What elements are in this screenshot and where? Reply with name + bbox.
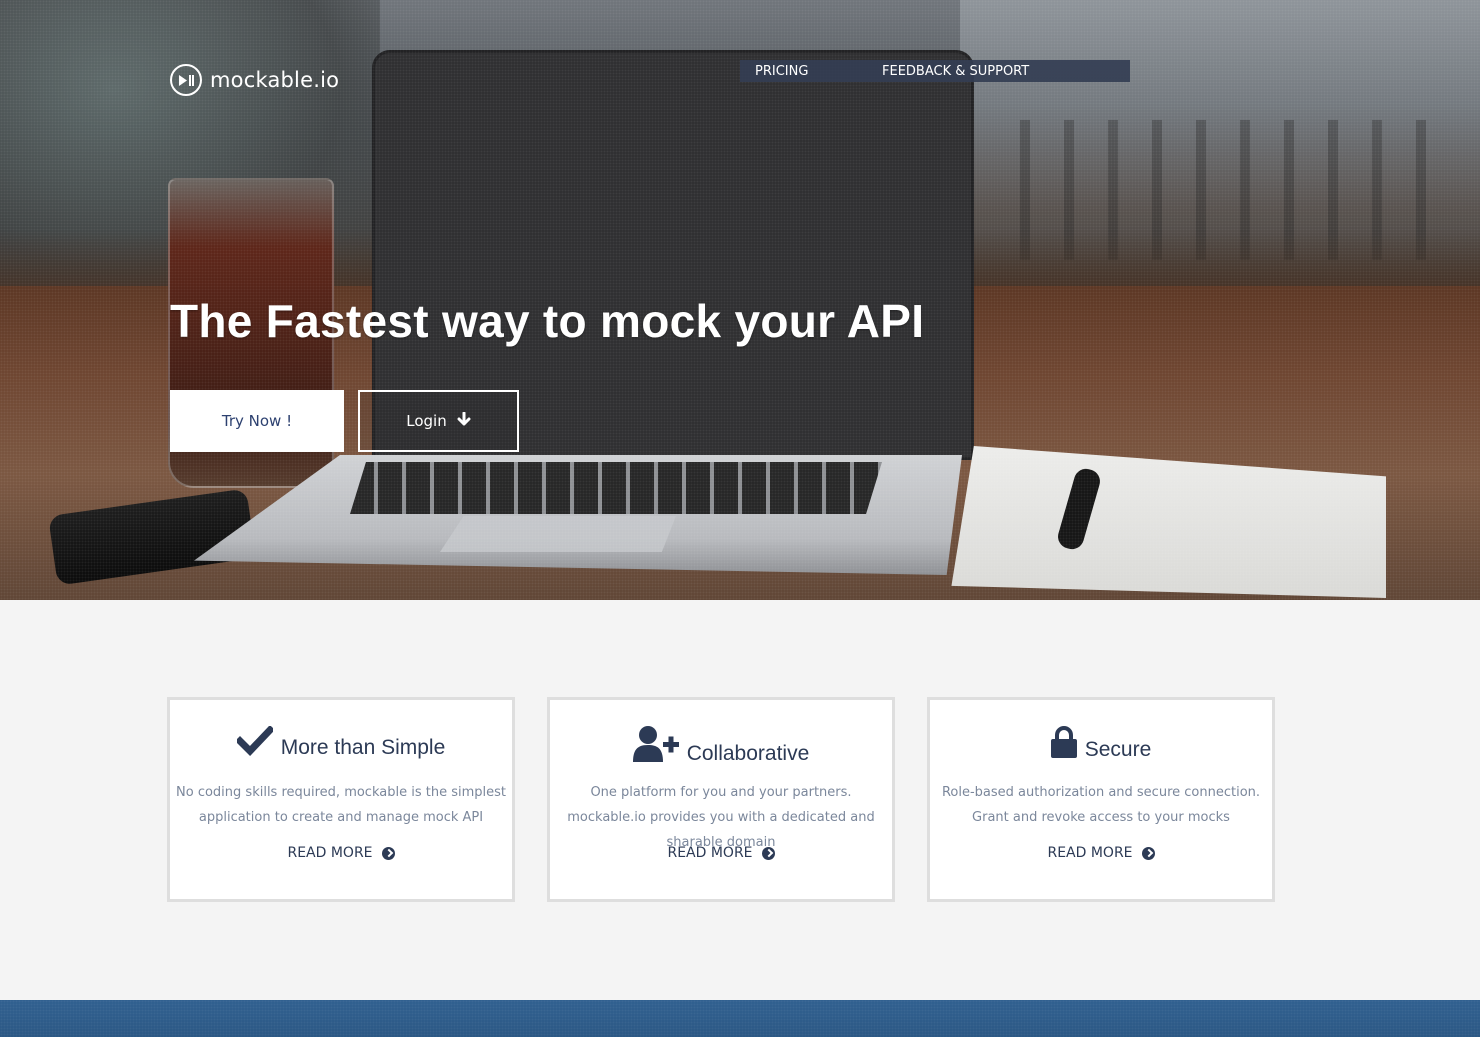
read-more-label: READ MORE <box>287 845 373 861</box>
read-more-link-secure[interactable]: READ MORE <box>930 845 1272 861</box>
footer-band <box>0 1000 1480 1037</box>
feature-description: No coding skills required, mockable is t… <box>176 785 506 825</box>
hero-headline: The Fastest way to mock your API <box>170 295 925 347</box>
feature-title-row: Secure <box>930 726 1272 763</box>
checkmark-icon <box>234 725 275 761</box>
lock-icon <box>1050 726 1077 763</box>
chevron-circle-right-icon <box>1141 846 1155 860</box>
chevron-circle-right-icon <box>761 846 775 860</box>
feature-title-row: More than Simple <box>170 725 512 761</box>
feature-title: Secure <box>1084 738 1152 761</box>
brand-name: mockable.io <box>210 68 340 92</box>
login-button-label: Login <box>406 412 447 430</box>
feature-card-simple: More than Simple No coding skills requir… <box>167 697 515 902</box>
read-more-label: READ MORE <box>1047 845 1133 861</box>
try-now-button[interactable]: Try Now ! <box>170 390 344 452</box>
nav-item-pricing[interactable]: PRICING <box>755 64 808 79</box>
add-user-icon <box>632 726 679 767</box>
feature-title: Collaborative <box>686 742 810 765</box>
feature-description: One platform for you and your partners. … <box>567 785 875 850</box>
feature-title-row: Collaborative <box>550 726 892 767</box>
feature-description: Role-based authorization and secure conn… <box>941 785 1261 825</box>
read-more-link-simple[interactable]: READ MORE <box>170 845 512 861</box>
hero-section: mockable.io PRICING FEEDBACK & SUPPORT T… <box>0 0 1480 600</box>
feature-card-collaborative: Collaborative One platform for you and y… <box>547 697 895 902</box>
feature-title: More than Simple <box>280 736 446 759</box>
login-button[interactable]: Login <box>358 390 519 452</box>
read-more-link-collaborative[interactable]: READ MORE <box>550 845 892 861</box>
feature-card-secure: Secure Role-based authorization and secu… <box>927 697 1275 902</box>
top-nav: PRICING FEEDBACK & SUPPORT <box>740 60 1130 82</box>
arrow-down-icon <box>457 411 471 431</box>
read-more-label: READ MORE <box>667 845 753 861</box>
nav-item-feedback-support[interactable]: FEEDBACK & SUPPORT <box>882 64 1029 79</box>
brand-logo[interactable]: mockable.io <box>170 63 339 97</box>
chevron-circle-right-icon <box>381 846 395 860</box>
play-pause-icon <box>170 64 202 96</box>
